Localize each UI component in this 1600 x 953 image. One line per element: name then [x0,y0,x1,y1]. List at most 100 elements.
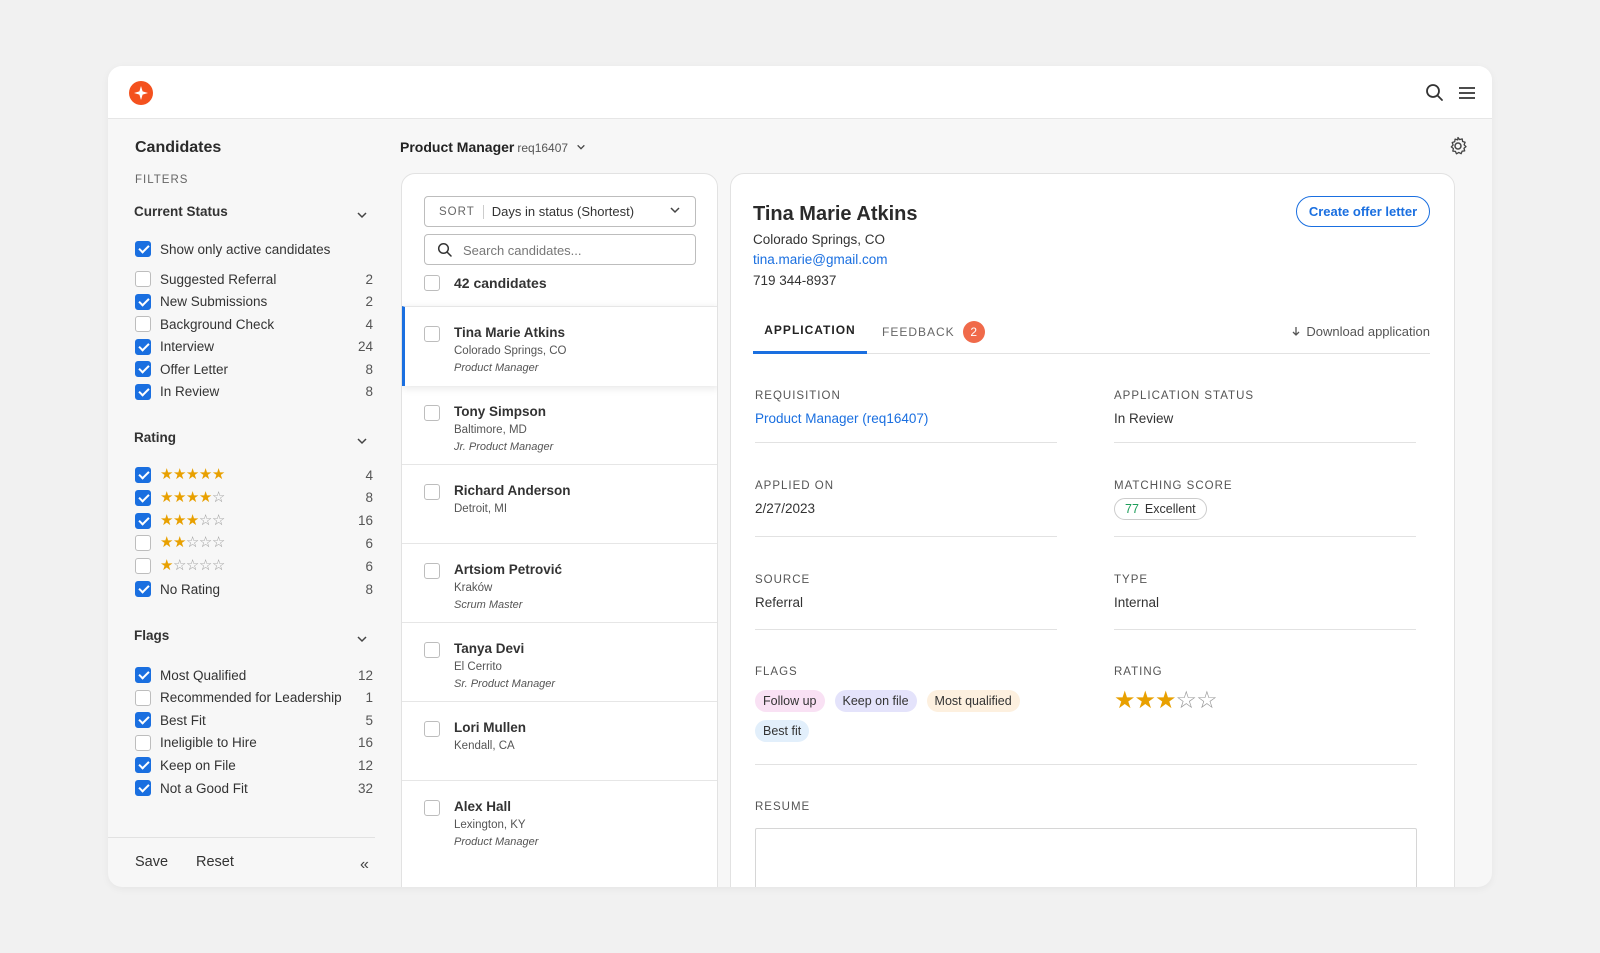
checkbox[interactable] [135,271,151,287]
candidate-email-link[interactable]: tina.marie@gmail.com [753,252,888,267]
candidate-list-item[interactable]: Tanya Devi El Cerrito Sr. Product Manager [402,622,717,702]
candidate-checkbox[interactable] [424,326,440,342]
filter-row[interactable]: ★★★★☆ 8 [135,488,373,508]
star-filled-icon[interactable]: ★ [1155,687,1176,714]
checkbox[interactable] [135,689,151,706]
candidate-checkbox[interactable] [424,484,440,500]
hamburger-menu-icon[interactable] [1456,82,1478,104]
filter-row[interactable]: Ineligible to Hire 16 [135,733,373,753]
filter-row[interactable]: Most Qualified 12 [135,665,373,685]
job-selector[interactable]: Product Manager req16407 [400,139,586,155]
filter-label: Show only active candidates [160,241,331,257]
resume-viewer[interactable] [755,828,1417,887]
create-offer-letter-button[interactable]: Create offer letter [1296,196,1430,227]
brand-logo-icon[interactable] [129,81,153,105]
star-filled-icon[interactable]: ★ [1135,687,1156,714]
candidate-checkbox[interactable] [424,800,440,816]
chevron-down-icon [669,204,681,219]
candidate-checkbox[interactable] [424,642,440,658]
matching-score-pill: 77 Excellent [1114,498,1207,520]
checkbox[interactable] [135,734,151,751]
filter-row[interactable]: Recommended for Leadership 1 [135,688,373,708]
star-empty-icon[interactable]: ☆ [1196,687,1217,714]
tab-feedback[interactable]: FEEDBACK 2 [882,309,985,354]
filter-row[interactable]: Not a Good Fit 32 [135,778,373,798]
star-filled-icon[interactable]: ★ [1114,687,1135,714]
filter-row[interactable]: ★★★☆☆ 16 [135,511,373,531]
filter-label: Ineligible to Hire [160,735,257,751]
flags-group-title[interactable]: Flags [134,628,169,643]
tab-application[interactable]: APPLICATION [753,309,867,354]
star-empty-icon[interactable]: ☆ [1176,687,1197,714]
select-all-checkbox[interactable] [424,275,440,291]
flag-tag[interactable]: Follow up [755,690,825,712]
checkbox[interactable] [135,489,151,506]
filter-row[interactable]: In Review 8 [135,382,373,402]
filter-label: Suggested Referral [160,271,277,287]
filter-row[interactable]: Offer Letter 8 [135,359,373,379]
checkbox[interactable] [135,581,151,597]
filter-row[interactable]: Interview 24 [135,337,373,357]
select-all-row[interactable]: 42 candidates [424,275,547,291]
status-group-title[interactable]: Current Status [134,204,228,219]
filter-row[interactable]: Suggested Referral 2 [135,269,373,289]
download-icon [1292,327,1300,336]
reset-button[interactable]: Reset [196,854,234,870]
checkbox[interactable] [135,241,151,257]
checkbox[interactable] [135,757,151,774]
candidate-list-item[interactable]: Tony Simpson Baltimore, MD Jr. Product Man… [402,385,717,465]
filter-row[interactable]: Background Check 4 [135,314,373,334]
flag-tag[interactable]: Most qualified [926,690,1020,712]
checkbox[interactable] [135,293,151,310]
checkbox[interactable] [135,780,151,796]
filter-row-no-rating[interactable]: No Rating 8 [135,579,373,599]
chevron-down-icon[interactable] [356,208,368,220]
active-only-checkbox[interactable]: Show only active candidates [135,239,373,259]
candidate-list-item[interactable]: Tina Marie Atkins Colorado Springs, CO Pro… [402,306,717,386]
candidate-checkbox[interactable] [424,405,440,421]
filter-row[interactable]: ★★☆☆☆ 6 [135,533,373,553]
search-input[interactable] [463,240,683,260]
flag-tag[interactable]: Best fit [755,720,810,742]
flag-tag[interactable]: Keep on file [834,690,917,712]
star-empty-icon: ☆ [211,511,225,529]
collapse-sidebar-icon[interactable]: « [360,856,369,874]
star-empty-icon: ☆ [211,557,225,575]
checkbox[interactable] [135,467,151,483]
checkbox[interactable] [135,361,151,377]
gear-icon[interactable] [1448,136,1468,156]
rating-stars[interactable]: ★★★☆☆ [1114,686,1218,715]
checkbox[interactable] [135,712,151,729]
rating-group-title[interactable]: Rating [134,430,176,445]
chevron-down-icon[interactable] [356,632,368,644]
field-label: APPLICATION STATUS [1114,390,1255,402]
chevron-down-icon[interactable] [356,434,368,446]
candidate-list-item[interactable]: Alex Hall Lexington, KY Product Manager [402,780,717,860]
candidate-checkbox[interactable] [424,563,440,579]
save-button[interactable]: Save [135,854,168,870]
checkbox[interactable] [135,558,151,575]
candidate-name: Tanya Devi [454,641,525,656]
candidate-list-item[interactable]: Artsiom Petrović Kraków Scrum Master [402,543,717,623]
filter-row[interactable]: Keep on File 12 [135,755,373,775]
filter-row[interactable]: New Submissions 2 [135,292,373,312]
checkbox[interactable] [135,667,151,683]
checkbox[interactable] [135,535,151,552]
checkbox[interactable] [135,512,151,529]
checkbox[interactable] [135,316,151,332]
search-icon[interactable] [1424,82,1446,104]
filter-row[interactable]: Best Fit 5 [135,710,373,730]
filter-label: Offer Letter [160,361,229,377]
requisition-link[interactable]: Product Manager (req16407) [755,411,1057,426]
candidate-checkbox[interactable] [424,721,440,737]
filter-row[interactable]: ★☆☆☆☆ 6 [135,556,373,576]
sort-dropdown[interactable]: SORT Days in status (Shortest) [424,196,696,227]
search-box[interactable] [424,234,696,265]
checkbox[interactable] [135,383,151,400]
candidate-list-item[interactable]: Richard Anderson Detroit, MI [402,464,717,544]
field-value: 2/27/2023 [755,501,816,516]
filter-row[interactable]: ★★★★★ 4 [135,465,373,485]
download-application-link[interactable]: Download application [1291,324,1430,339]
checkbox[interactable] [135,338,151,355]
candidate-list-item[interactable]: Lori Mullen Kendall, CA [402,701,717,781]
